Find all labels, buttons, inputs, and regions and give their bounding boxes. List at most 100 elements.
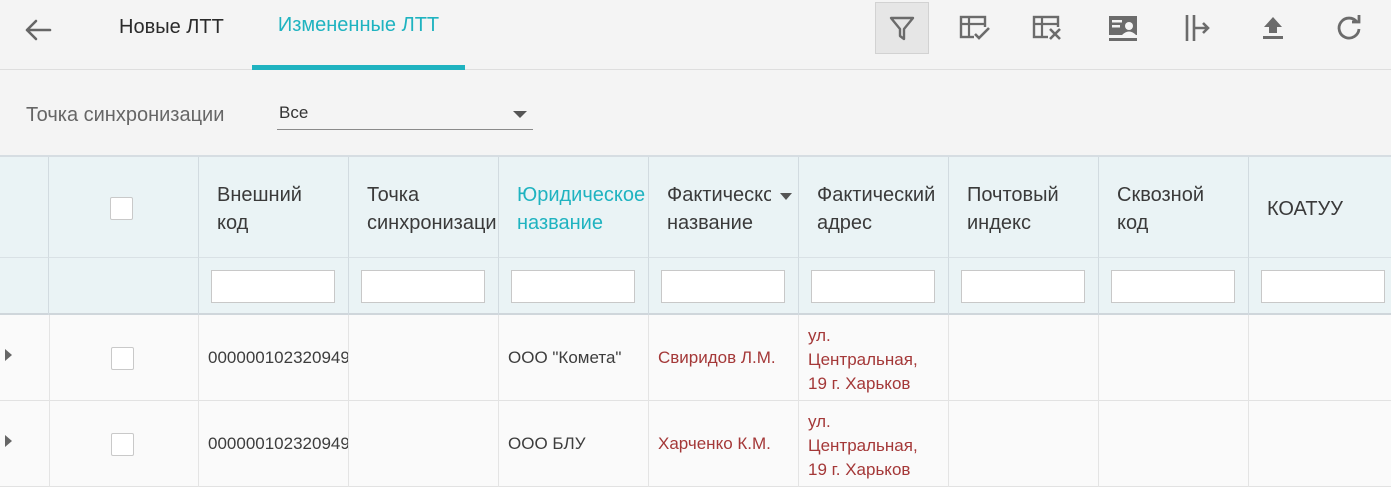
header-line: Фактическое — [667, 184, 771, 206]
tab-new-ltt[interactable]: Новые ЛТТ — [119, 0, 224, 70]
postal-code-cell — [949, 401, 1099, 487]
header-line: Сквозной — [1117, 184, 1205, 206]
header-line: адрес — [817, 212, 873, 234]
header-line: КОАТУУ — [1267, 198, 1343, 220]
dropdown-arrow-icon — [513, 111, 527, 118]
table-check-button[interactable] — [948, 2, 1002, 54]
sync-point-label: Точка синхронизации — [26, 104, 225, 126]
legal-name-cell: ООО "Комета" — [499, 315, 649, 401]
filter-button[interactable] — [875, 2, 929, 54]
expand-row-icon[interactable] — [5, 349, 12, 361]
table-check-icon — [959, 15, 990, 41]
upload-button[interactable] — [1246, 2, 1300, 54]
actual-name-filter-input[interactable] — [661, 270, 785, 303]
filter-cell — [499, 257, 649, 315]
filter-cell — [949, 257, 1099, 315]
legal-name-filter-input[interactable] — [511, 270, 635, 303]
tab-changed-ltt[interactable]: Измененные ЛТТ — [252, 0, 465, 70]
actual-address-cell[interactable]: ул. Центральная, 19 г. Харьков — [799, 315, 949, 401]
header-line: синхронизации — [367, 212, 499, 234]
split-arrow-icon — [1185, 15, 1210, 41]
actual-name-cell[interactable]: Харченко К.М. — [649, 401, 799, 487]
grid-header: Внешний код Точка синхронизации Юридическо… — [0, 157, 1391, 315]
refresh-icon — [1337, 15, 1361, 40]
header-line: название — [667, 212, 753, 234]
header-line: код — [217, 212, 249, 234]
filter-cell — [1249, 257, 1391, 315]
filter-cell — [1099, 257, 1249, 315]
column-header-legal-name[interactable]: Юридическое название — [499, 157, 649, 257]
filter-bar: Точка синхронизации — [0, 70, 1391, 155]
header-line: индекс — [967, 212, 1031, 234]
table-remove-icon — [1032, 15, 1063, 41]
sync-point-cell — [349, 315, 499, 401]
postal-code-filter-input[interactable] — [961, 270, 1085, 303]
through-code-filter-input[interactable] — [1111, 270, 1235, 303]
data-grid: Внешний код Точка синхронизации Юридическо… — [0, 155, 1391, 487]
sync-point-value: Все — [279, 103, 309, 122]
top-bar: Новые ЛТТ Измененные ЛТТ — [0, 0, 1391, 70]
header-line: код — [1117, 212, 1149, 234]
actual-name-cell[interactable]: Свиридов Л.М. — [649, 315, 799, 401]
tab-label: Измененные ЛТТ — [277, 14, 440, 36]
address-line: ул. — [808, 412, 831, 431]
header-line: Почтовый — [967, 184, 1059, 206]
sync-point-filter-input[interactable] — [361, 270, 485, 303]
tab-label: Новые ЛТТ — [119, 16, 224, 38]
row-select-cell — [49, 315, 199, 401]
split-column-button[interactable] — [1169, 2, 1223, 54]
sync-point-select[interactable]: Все — [277, 99, 533, 130]
header-line: Внешний — [217, 184, 302, 206]
column-header-koatuu[interactable]: КОАТУУ — [1249, 157, 1391, 257]
address-line: 19 г. Харьков — [808, 460, 911, 479]
address-line: Центральная, — [808, 350, 918, 369]
koatuu-cell — [1249, 401, 1391, 487]
table-remove-button[interactable] — [1021, 2, 1075, 54]
column-header-postal-code[interactable]: Почтовый индекс — [949, 157, 1099, 257]
refresh-button[interactable] — [1322, 2, 1376, 54]
row-checkbox[interactable] — [111, 433, 134, 456]
address-line: ул. — [808, 326, 831, 345]
filter-cell-empty — [0, 257, 49, 315]
address-line: Центральная, — [808, 436, 918, 455]
upload-icon — [1263, 17, 1283, 39]
filter-icon — [889, 16, 915, 41]
sort-desc-icon — [780, 193, 792, 200]
column-header-through-code[interactable]: Сквозной код — [1099, 157, 1249, 257]
table-row[interactable]: 000000102320949 ООО БЛУ Харченко К.М. ул… — [0, 401, 1391, 487]
ext-code-filter-input[interactable] — [211, 270, 335, 303]
column-header-actual-address[interactable]: Фактический адрес — [799, 157, 949, 257]
select-all-checkbox[interactable] — [110, 197, 133, 220]
ext-code-cell: 000000102320949 — [199, 315, 349, 401]
table-row[interactable]: 000000102320949 ООО "Комета" Свиридов Л.… — [0, 315, 1391, 401]
filter-cell-empty — [49, 257, 199, 315]
filter-cell — [799, 257, 949, 315]
postal-code-cell — [949, 315, 1099, 401]
row-select-cell — [49, 401, 199, 487]
expand-row-icon[interactable] — [5, 435, 12, 447]
column-header-ext-code[interactable]: Внешний код — [199, 157, 349, 257]
header-line: Точка — [367, 184, 420, 206]
row-checkbox[interactable] — [111, 347, 134, 370]
column-header-actual-name[interactable]: Фактическое название — [649, 157, 799, 257]
koatuu-filter-input[interactable] — [1261, 270, 1385, 303]
koatuu-cell — [1249, 315, 1391, 401]
expand-header — [0, 157, 49, 257]
actual-address-cell[interactable]: ул. Центральная, 19 г. Харьков — [799, 401, 949, 487]
monitor-user-icon — [1109, 16, 1137, 41]
actual-address-filter-input[interactable] — [811, 270, 935, 303]
header-line: название — [517, 212, 603, 234]
header-line: Юридическое — [517, 184, 646, 206]
ext-code-cell: 000000102320949 — [199, 401, 349, 487]
back-arrow-icon[interactable] — [22, 14, 54, 46]
address-line: 19 г. Харьков — [808, 374, 911, 393]
header-line: Фактический — [817, 184, 936, 206]
through-code-cell — [1099, 315, 1249, 401]
select-all-header — [49, 157, 199, 257]
filter-cell — [349, 257, 499, 315]
filter-cell — [199, 257, 349, 315]
monitor-user-button[interactable] — [1096, 2, 1150, 54]
column-header-sync-point[interactable]: Точка синхронизации — [349, 157, 499, 257]
filter-cell — [649, 257, 799, 315]
legal-name-cell: ООО БЛУ — [499, 401, 649, 487]
